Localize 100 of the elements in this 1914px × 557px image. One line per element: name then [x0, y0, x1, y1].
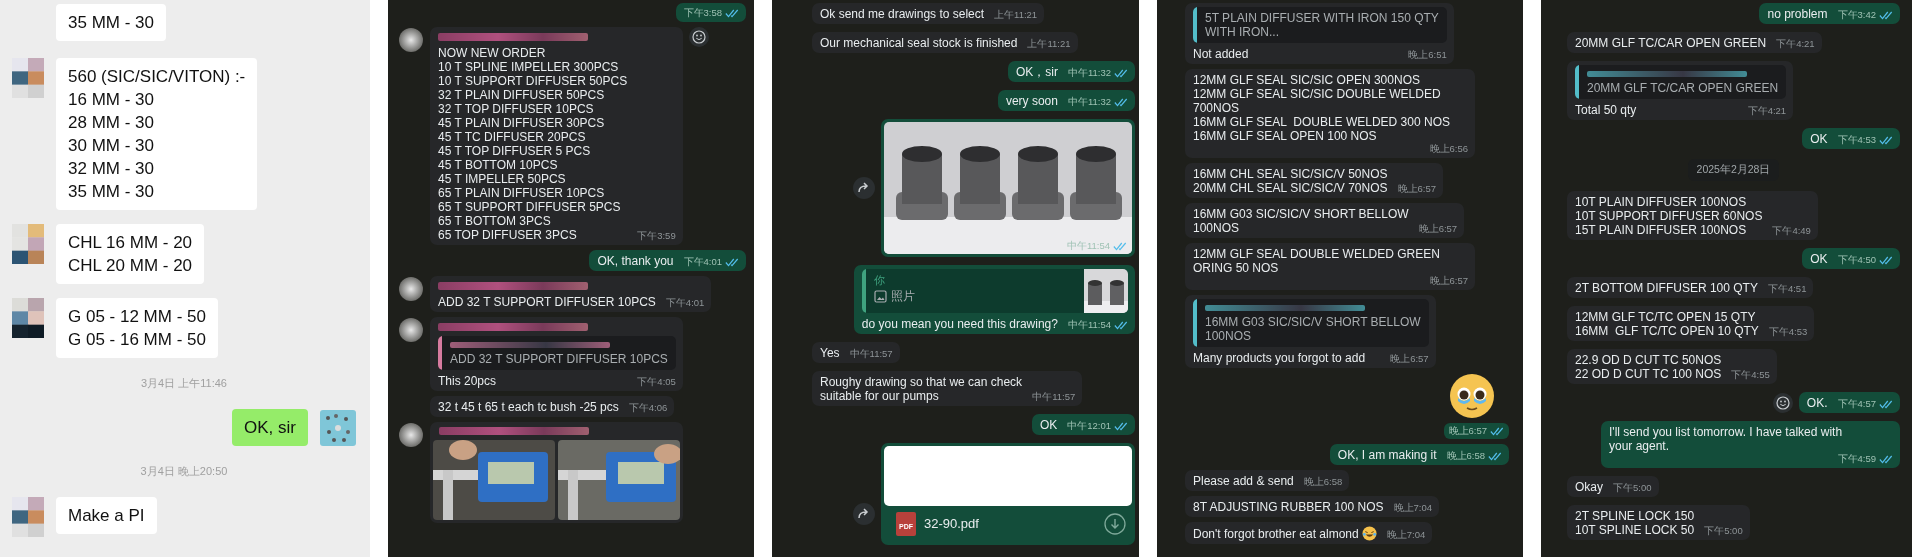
message-bubble[interactable]: 8T ADJUSTING RUBBER 100 NOS 晚上7:04	[1185, 496, 1439, 517]
message-bubble[interactable]: OK, thank you 下午4:01	[589, 250, 746, 271]
avatar-icon[interactable]	[398, 276, 424, 302]
message-bubble[interactable]: OK 中午12:01	[1031, 414, 1135, 435]
avatar-icon[interactable]	[398, 317, 424, 343]
message-bubble[interactable]: ADD 32 T SUPPORT DIFFUSER 10PCS 下午4:01	[430, 276, 712, 312]
message-bubble[interactable]: ADD 32 T SUPPORT DIFFUSER 10PCS This 20pcs 下午4:05	[430, 317, 683, 391]
message-bubble[interactable]: 5T PLAIN DIFFUSER WITH IRON 150 QTY WITH IRON... Not added 晚上6:51	[1185, 3, 1454, 64]
message-bubble[interactable]: 16MM CHL SEAL SIC/SIC/V 50NOS 20MM CHL SEAL SIC/SIC/V 70NOS 晚上6:57	[1185, 163, 1443, 198]
timestamp: 3月4日 上午11:46	[141, 376, 227, 391]
message-text: 8T ADJUSTING RUBBER 100 NOS	[1193, 500, 1384, 514]
message-bubble: OK, sir	[232, 409, 308, 446]
message-time: 晚上7:04	[1386, 529, 1426, 541]
message-bubble[interactable]: OK 下午4:50	[1802, 248, 1900, 269]
message-bubble[interactable]: very soon 中午11:32	[997, 90, 1135, 111]
message-time: 晚上6:58	[1446, 450, 1485, 462]
message-time: 下午4:55	[1731, 369, 1770, 381]
quoted-message[interactable]: 你 照片	[861, 269, 1128, 313]
message-time: 中午11:57	[849, 348, 893, 360]
message-bubble[interactable]: 16MM G03 SIC/SIC/V SHORT BELLOW 100NOS Many products you forgot to add 晚上6:57	[1185, 295, 1436, 368]
message-time: 中午11:32	[1067, 96, 1111, 108]
avatar-icon[interactable]	[12, 298, 44, 338]
smiley-icon[interactable]	[1772, 392, 1793, 413]
message-time: 下午5:00	[1704, 525, 1743, 537]
quoted-message[interactable]: 20MM GLF TC/CAR OPEN GREEN	[1575, 65, 1787, 99]
message-bubble[interactable]: Don't forgot brother eat almond 晚上7:04	[1185, 522, 1433, 544]
message-time: 晚上6:57	[1390, 353, 1429, 365]
message-text: 2T BOTTOM DIFFUSER 100 QTY	[1575, 281, 1758, 295]
message-time: 下午4:01	[665, 297, 705, 309]
message-bubble[interactable]: 20MM GLF TC/CAR OPEN GREEN 下午4:21	[1567, 32, 1822, 53]
smiley-icon[interactable]	[688, 27, 709, 47]
message-bubble[interactable]: 10T PLAIN DIFFUSER 100NOS 10T SUPPORT DIFFUSER 60NOS 15T PLAIN DIFFUSER 100NOS 下午4:49	[1567, 191, 1818, 240]
message-bubble[interactable]: 2T SPLINE LOCK 150 10T SPLINE LOCK 50 下午5:00	[1567, 505, 1750, 540]
message-bubble: CHL 16 MM - 20 CHL 20 MM - 20	[56, 224, 205, 284]
message-bubble[interactable]: OK，sir 中午11:32	[1007, 61, 1135, 82]
message-bubble[interactable]	[430, 422, 683, 523]
quote-text: 5T PLAIN DIFFUSER WITH IRON 150 QTY WITH IRON...	[1205, 11, 1439, 39]
message-time: 中午11:57	[1032, 391, 1076, 403]
message-bubble[interactable]: 下午3:58	[675, 3, 746, 22]
message-time: 下午4:57	[1837, 398, 1876, 410]
message-text: Please add & send	[1193, 474, 1294, 488]
message-bubble[interactable]: Okay 下午5:00	[1567, 476, 1659, 497]
message-text: very soon	[1005, 94, 1058, 108]
message-text: OK, thank you	[597, 254, 674, 268]
message-time: 下午3:58	[683, 7, 722, 19]
crying-face-icon	[1449, 373, 1495, 419]
message-time: 下午4:49	[1772, 225, 1811, 237]
message-bubble[interactable]: 32 t 45 t 65 t each tc bush -25 pcs 下午4:06	[430, 396, 675, 417]
message-bubble[interactable]: 22.9 OD D CUT TC 50NOS 22 OD D CUT TC 100 NOS 下午4:55	[1567, 349, 1777, 384]
message-time: 下午4:50	[1837, 254, 1876, 266]
message-bubble[interactable]: Our mechanical seal stock is finished 上午11:21	[812, 32, 1078, 53]
message-text: OK，sir	[1015, 65, 1058, 79]
message-text: 16MM CHL SEAL SIC/SIC/V 50NOS 20MM CHL SEAL SIC/SIC/V 70NOS	[1193, 167, 1388, 195]
quote-text: 照片	[890, 289, 915, 303]
avatar-icon[interactable]	[398, 27, 424, 53]
message-bubble[interactable]: OK 下午4:53	[1802, 128, 1900, 149]
message-time: 下午4:01	[683, 256, 722, 268]
message-text: 16MM G03 SIC/SIC/V SHORT BELLOW 100NOS	[1193, 207, 1409, 235]
message-bubble[interactable]: 12MM GLF SEAL SIC/SIC OPEN 300NOS 12MM GLF SEAL SIC/SIC DOUBLE WELDED 700NOS 16MM GLF SEAL DOUBLE WELDED 300 NOS 16MM GLF SEAL OPEN 100 NOS 晚上6:56	[1185, 69, 1475, 158]
quote-author: 你	[873, 273, 886, 287]
message-bubble[interactable]: 2T BOTTOM DIFFUSER 100 QTY 下午4:51	[1567, 277, 1814, 298]
message-bubble[interactable]: 12MM GLF SEAL DOUBLE WELDED GREEN ORING 50 NOS 晚上6:57	[1185, 243, 1475, 290]
message-time: 下午4:53	[1837, 134, 1876, 146]
message-bubble[interactable]: 16MM G03 SIC/SIC/V SHORT BELLOW 100NOS 晚上6:57	[1185, 203, 1465, 238]
message-bubble[interactable]: 20MM GLF TC/CAR OPEN GREEN Total 50 qty 下午4:21	[1567, 61, 1794, 120]
quoted-message[interactable]: 5T PLAIN DIFFUSER WITH IRON 150 QTY WITH IRON...	[1193, 7, 1447, 43]
message-bubble[interactable]: Roughy drawing so that we can check suitable for our pumps 中午11:57	[812, 371, 1083, 406]
message-text: Our mechanical seal stock is finished	[820, 36, 1018, 50]
timestamp: 3月4日 晚上20:50	[140, 464, 228, 479]
message-bubble[interactable]: Yes 中午11:57	[812, 342, 900, 363]
message-text: 22.9 OD D CUT TC 50NOS 22 OD D CUT TC 100 NOS	[1575, 353, 1722, 381]
quoted-message[interactable]: ADD 32 T SUPPORT DIFFUSER 10PCS	[438, 336, 676, 370]
message-bubble[interactable]: Ok send me drawings to select 上午11:21	[812, 3, 1045, 24]
avatar-icon[interactable]	[12, 224, 44, 264]
message-time: 晚上6:56	[1429, 143, 1468, 155]
message-text: 2T SPLINE LOCK 150 10T SPLINE LOCK 50	[1575, 509, 1695, 537]
message-time: 上午11:21	[1027, 38, 1071, 50]
message-bubble[interactable]: I'll send you list tomorrow. I have talked with your agent. 下午4:59	[1601, 421, 1900, 468]
quote-text: 16MM G03 SIC/SIC/V SHORT BELLOW 100NOS	[1205, 315, 1421, 343]
message-bubble[interactable]: no problem 下午3:42	[1759, 3, 1900, 24]
message-bubble[interactable]	[430, 27, 683, 245]
message-text: OK	[1039, 418, 1058, 432]
message-bubble[interactable]: Please add & send 晚上6:58	[1185, 470, 1350, 491]
message-text: Total 50 qty	[1575, 103, 1637, 117]
message-bubble[interactable]: OK. 下午4:57	[1798, 392, 1900, 413]
forward-icon[interactable]	[853, 503, 875, 525]
image-icon	[873, 289, 887, 303]
message-text: do you mean you need this drawing?	[861, 317, 1058, 331]
message-time: 下午3:59	[637, 230, 676, 242]
message-time: 晚上6:58	[1303, 476, 1343, 488]
avatar-icon[interactable]	[398, 422, 424, 448]
message-text: Many products you forgot to add	[1193, 351, 1366, 365]
message-bubble[interactable]: 12MM GLF TC/TC OPEN 15 QTY 16MM GLF TC/TC OPEN 10 QTY 下午4:53	[1567, 306, 1815, 341]
message-bubble[interactable]: OK, I am making it 晚上6:58	[1329, 444, 1509, 465]
message-text: OK	[1810, 132, 1828, 146]
message-bubble[interactable]: 你 照片 do you mean you need this drawing? 中午11:54	[853, 265, 1135, 334]
message-time: 上午11:21	[994, 9, 1038, 21]
download-icon[interactable]	[1104, 513, 1126, 535]
forward-icon[interactable]	[853, 177, 875, 199]
quoted-message[interactable]: 16MM G03 SIC/SIC/V SHORT BELLOW 100NOS	[1193, 299, 1429, 347]
